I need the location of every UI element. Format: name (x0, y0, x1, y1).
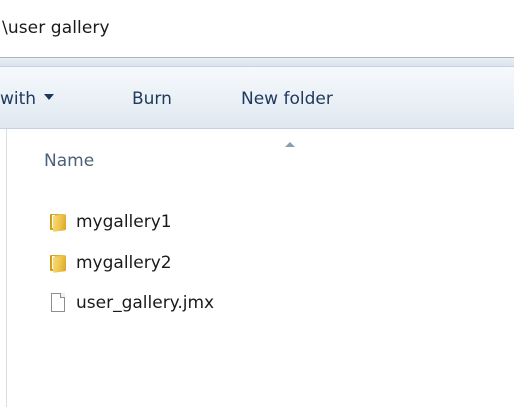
folder-icon (48, 253, 68, 273)
list-item-file[interactable]: user_gallery.jmx (48, 290, 214, 316)
file-name: mygallery2 (76, 253, 172, 273)
folder-icon (48, 212, 68, 232)
chevron-down-icon (44, 94, 55, 100)
command-toolbar: with Burn New folder (0, 67, 514, 129)
document-icon (48, 292, 68, 314)
address-bar[interactable]: \user gallery (0, 0, 514, 58)
file-name: user_gallery.jmx (76, 293, 215, 313)
share-with-menu-button[interactable]: with (0, 89, 55, 109)
list-item-folder[interactable]: mygallery2 (48, 250, 172, 276)
new-folder-button[interactable]: New folder (241, 89, 333, 109)
sort-ascending-icon (285, 142, 295, 147)
burn-label: Burn (132, 89, 172, 109)
file-name: mygallery1 (76, 212, 172, 232)
burn-button[interactable]: Burn (132, 89, 172, 109)
list-item-folder[interactable]: mygallery1 (48, 209, 172, 235)
column-header-name[interactable]: Name (44, 151, 94, 171)
new-folder-label: New folder (241, 89, 333, 109)
navigation-pane-divider[interactable] (6, 129, 7, 407)
share-with-label: with (0, 89, 37, 109)
address-bar-separator (0, 58, 514, 67)
explorer-window: \user gallery with Burn New folder Name … (0, 0, 514, 407)
address-path[interactable]: \user gallery (2, 18, 110, 38)
